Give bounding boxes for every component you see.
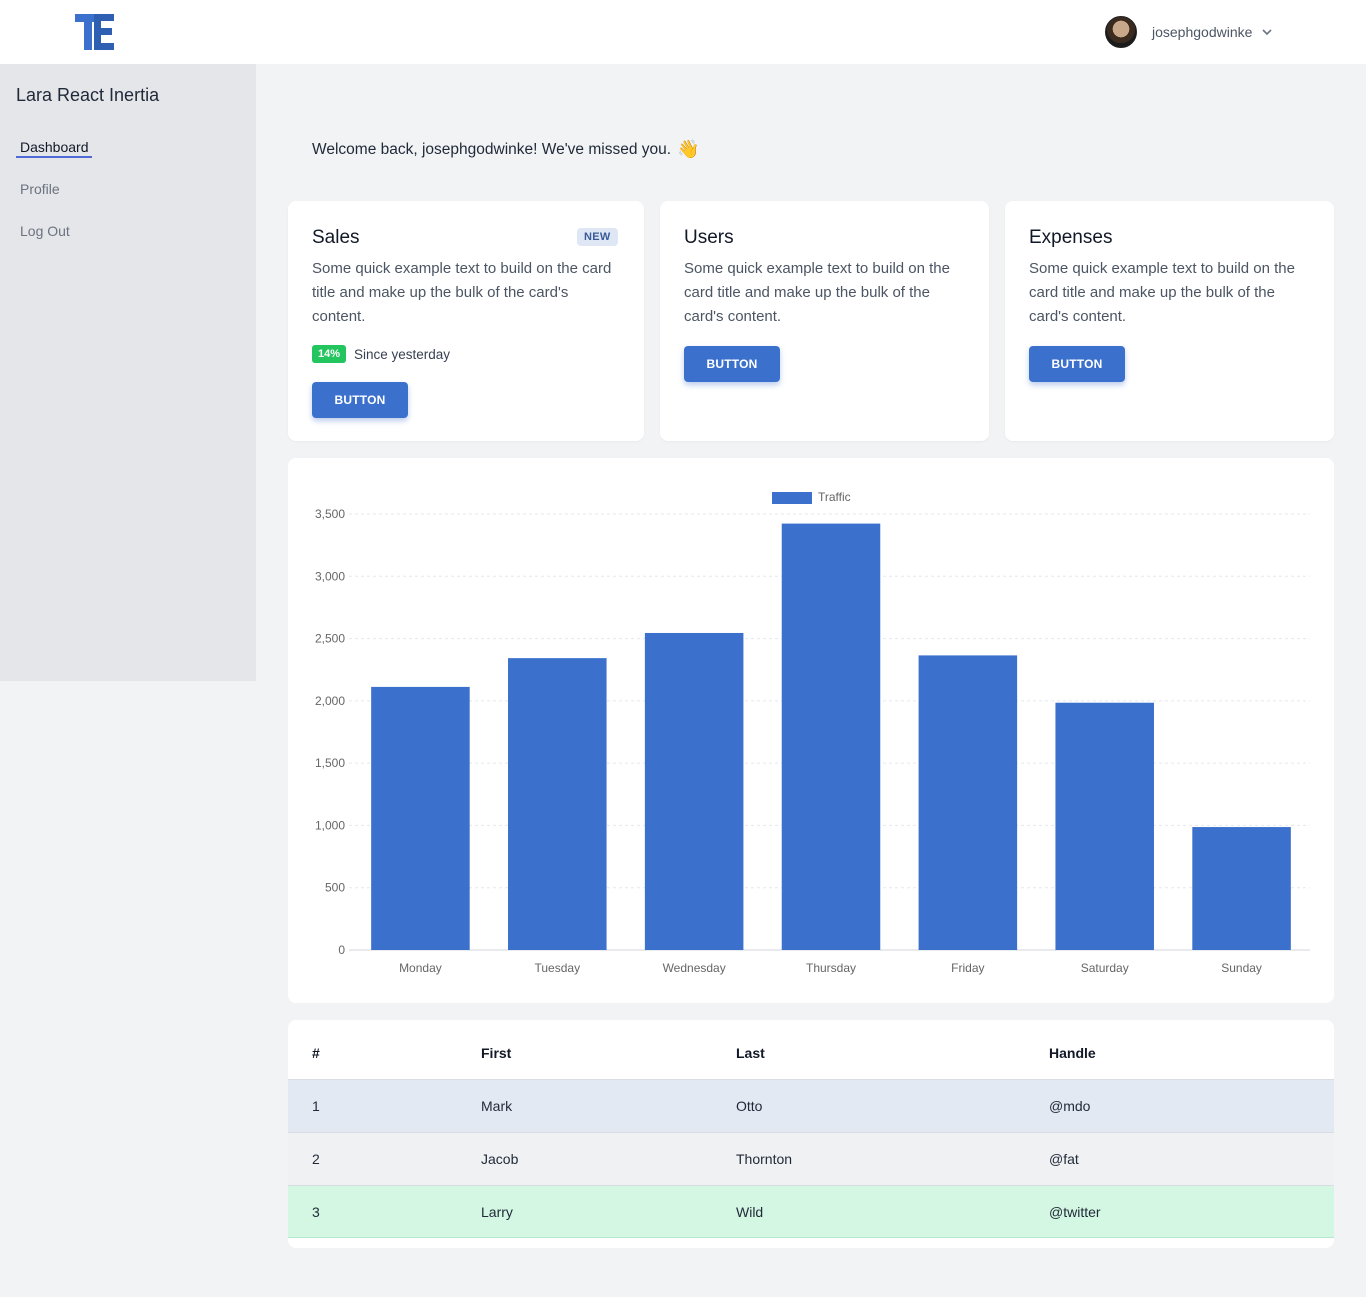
table-header-handle: Handle	[1049, 1045, 1096, 1061]
top-navbar: josephgodwinke	[0, 0, 1366, 64]
avatar	[1105, 16, 1137, 48]
card-text: Some quick example text to build on the …	[312, 260, 612, 325]
x-tick-label: Friday	[951, 961, 984, 975]
y-tick-label: 0	[338, 943, 345, 957]
cell-handle: @mdo	[1049, 1098, 1091, 1114]
welcome-text: Welcome back, josephgodwinke! We've miss…	[312, 140, 672, 158]
table-row[interactable]: 1 Mark Otto @mdo	[288, 1079, 1334, 1132]
x-tick-label: Thursday	[806, 961, 856, 975]
traffic-bar-chart: 0 500 1,000 1,500 2,000 2,500 3,000 3,500 Monday…	[315, 490, 1310, 975]
cell-first: Larry	[481, 1204, 513, 1220]
chevron-down-icon	[1262, 29, 1272, 36]
x-tick-label: Wednesday	[663, 961, 726, 975]
users-table: # First Last Handle 1 Mark Otto @mdo 2 J…	[288, 1020, 1334, 1248]
table-header-last: Last	[736, 1045, 765, 1061]
cell-num: 1	[312, 1098, 320, 1114]
y-tick-label: 2,500	[315, 632, 345, 646]
x-tick-label: Tuesday	[534, 961, 580, 975]
card-text: Some quick example text to build on the …	[684, 260, 950, 325]
sidebar-item-logout[interactable]: Log Out	[20, 223, 70, 239]
bar-sunday	[1192, 827, 1291, 950]
bar-friday	[918, 655, 1018, 950]
cell-last: Otto	[736, 1098, 763, 1114]
app-name: Lara React Inertia	[16, 85, 160, 105]
cell-num: 2	[312, 1151, 320, 1167]
welcome-message: Welcome back, josephgodwinke! We've miss…	[312, 139, 699, 160]
bar-monday	[371, 686, 470, 950]
waving-hand-icon: 👋	[677, 139, 700, 159]
cell-last: Wild	[736, 1204, 764, 1220]
bar-thursday	[781, 523, 881, 950]
percent-badge: 14%	[312, 345, 347, 363]
legend-label: Traffic	[818, 490, 851, 504]
cell-handle: @twitter	[1049, 1204, 1101, 1220]
y-tick-label: 1,500	[315, 756, 345, 770]
cell-last: Thornton	[736, 1151, 793, 1167]
cell-num: 3	[312, 1204, 320, 1220]
sidebar-item-profile[interactable]: Profile	[20, 181, 60, 197]
cell-first: Jacob	[481, 1151, 519, 1167]
cell-handle: @fat	[1049, 1151, 1079, 1167]
new-badge: NEW	[577, 228, 618, 246]
user-menu[interactable]: josephgodwinke	[1105, 16, 1274, 48]
table-header-num: #	[312, 1045, 320, 1061]
card-title: Expenses	[1029, 227, 1113, 248]
sidebar: Lara React Inertia Dashboard Profile Log…	[0, 64, 256, 681]
bar-wednesday	[644, 632, 744, 950]
active-nav-indicator	[16, 156, 92, 158]
card-text: Some quick example text to build on the …	[1029, 260, 1295, 325]
table-row[interactable]: 3 Larry Wild @twitter	[288, 1185, 1334, 1238]
y-tick-label: 2,000	[315, 694, 345, 708]
username: josephgodwinke	[1152, 24, 1253, 40]
sales-button[interactable]: BUTTON	[312, 382, 408, 418]
logo-icon[interactable]	[75, 14, 115, 50]
expenses-button[interactable]: BUTTON	[1029, 346, 1125, 382]
table-row[interactable]: 2 Jacob Thornton @fat	[288, 1132, 1334, 1185]
x-tick-label: Saturday	[1081, 961, 1129, 975]
legend-swatch	[772, 492, 812, 504]
traffic-chart-card: 0 500 1,000 1,500 2,000 2,500 3,000 3,500 Monday…	[288, 458, 1334, 1003]
x-tick-label: Monday	[399, 961, 442, 975]
sales-card: Sales NEW Some quick example text to bui…	[288, 201, 644, 441]
sidebar-item-dashboard[interactable]: Dashboard	[20, 139, 89, 155]
expenses-card: Expenses Some quick example text to buil…	[1005, 201, 1334, 441]
bar-saturday	[1055, 702, 1154, 950]
cell-first: Mark	[481, 1098, 513, 1114]
users-card: Users Some quick example text to build o…	[660, 201, 989, 441]
bar-tuesday	[508, 658, 607, 950]
card-title: Sales	[312, 227, 360, 248]
x-tick-label: Sunday	[1221, 961, 1262, 975]
y-tick-label: 500	[325, 881, 345, 895]
stat-caption: Since yesterday	[354, 347, 451, 362]
y-tick-label: 3,000	[315, 569, 345, 583]
y-tick-label: 3,500	[315, 507, 345, 521]
y-tick-label: 1,000	[315, 818, 345, 832]
table-header-first: First	[481, 1045, 512, 1061]
card-title: Users	[684, 227, 734, 248]
users-button[interactable]: BUTTON	[684, 346, 780, 382]
